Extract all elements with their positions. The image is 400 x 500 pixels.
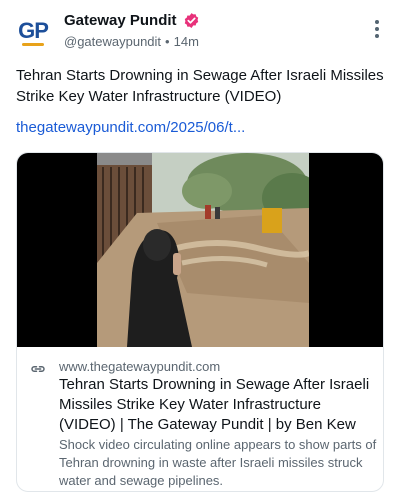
card-domain: www.thegatewaypundit.com [59, 359, 221, 374]
vertical-ellipsis-icon[interactable] [374, 20, 380, 38]
ellipsis-dot [375, 27, 379, 31]
video-frame [97, 153, 309, 347]
handle[interactable]: @gatewaypundit [64, 34, 161, 49]
meta-separator: • [165, 34, 170, 49]
display-name[interactable]: Gateway Pundit [64, 12, 177, 29]
card-title[interactable]: Tehran Starts Drowning in Sewage After I… [59, 375, 377, 435]
post-link[interactable]: thegatewaypundit.com/2025/06/t... [16, 119, 245, 136]
ellipsis-dot [375, 34, 379, 38]
card-description: Shock video circulating online appears t… [59, 437, 377, 488]
street-scene-image [97, 153, 309, 347]
avatar[interactable]: GP [14, 14, 52, 52]
avatar-logo-swoosh [22, 43, 44, 46]
name-row: Gateway Pundit [64, 10, 200, 30]
link-card[interactable]: www.thegatewaypundit.com Tehran Starts D… [16, 152, 384, 492]
post: GP Gateway Pundit @gatewaypundit • 14m T… [0, 0, 400, 500]
post-text: Tehran Starts Drowning in Sewage After I… [16, 67, 384, 105]
meta-row: @gatewaypundit • 14m [64, 34, 200, 49]
timestamp[interactable]: 14m [174, 34, 199, 49]
verified-badge-icon [184, 12, 198, 28]
author-block: Gateway Pundit @gatewaypundit • 14m [64, 10, 200, 50]
avatar-logo-text: GP [18, 18, 49, 43]
ellipsis-dot [375, 20, 379, 24]
link-chain-icon [31, 366, 45, 372]
video-thumbnail[interactable] [17, 153, 383, 347]
